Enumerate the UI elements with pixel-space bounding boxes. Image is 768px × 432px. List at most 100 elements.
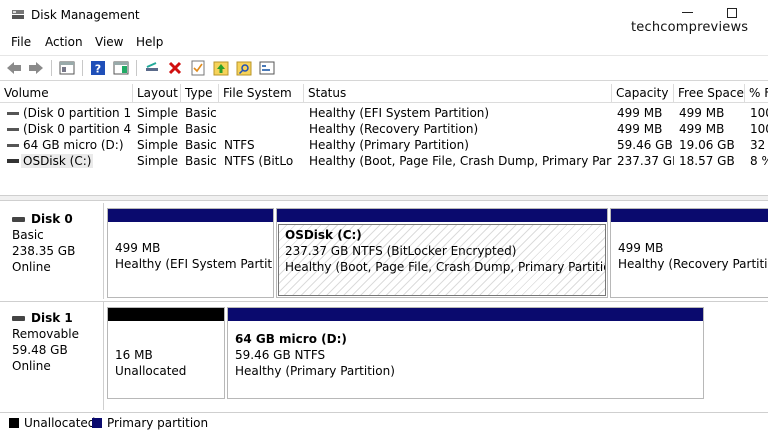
partition-body: OSDisk (C:) 237.37 GB NTFS (BitLocker En… [278,224,606,296]
cell-type: Basic [185,138,217,152]
forward-arrow-icon[interactable] [27,59,45,77]
table-row[interactable]: 64 GB micro (D:) Simple Basic NTFS Healt… [0,137,768,153]
volume-list-table: Volume Layout Type File System Status Ca… [0,84,768,194]
menu-view[interactable]: View [95,35,123,49]
cell-volume: (Disk 0 partition 1) [23,106,131,120]
cell-volume: (Disk 0 partition 4) [23,122,131,136]
partition-color-bar [108,209,273,222]
settings-icon[interactable] [258,59,276,77]
disk-1-label[interactable]: Disk 1 Removable 59.48 GB Online [0,302,104,410]
cell-layout: Simple [137,122,178,136]
table-row[interactable]: (Disk 0 partition 4) Simple Basic Health… [0,121,768,137]
cell-file-system [224,121,304,137]
menu-file[interactable]: File [11,35,31,49]
title-bar: Disk Management techcompreviews [0,0,768,35]
minimize-icon[interactable] [682,6,694,18]
disk-icon [12,216,25,222]
cell-capacity: 59.46 GB [617,138,673,152]
column-header-type[interactable]: Type [181,84,219,103]
disk-1-size: 59.48 GB [12,343,68,357]
cell-volume: OSDisk (C:) [21,153,131,169]
delete-icon[interactable] [166,59,184,77]
disk-1-micro-partition[interactable]: 64 GB micro (D:) 59.46 GB NTFS Healthy (… [227,307,704,399]
cell-file-system: NTFS (BitLo [224,154,294,168]
cell-status: Healthy (Recovery Partition) [309,122,479,136]
cell-status: Healthy (Boot, Page File, Crash Dump, Pr… [309,154,612,168]
partition-size: 237.37 GB NTFS (BitLocker Encrypted) [285,244,517,258]
toolbar-separator [136,60,137,76]
legend-label-primary: Primary partition [107,416,209,430]
window-title: Disk Management [31,8,140,22]
partition-size: 499 MB [618,241,664,255]
partition-title: 64 GB micro (D:) [235,332,347,346]
cell-type: Basic [185,106,217,120]
cell-capacity: 499 MB [617,106,663,120]
pane-splitter[interactable] [0,195,768,201]
legend-bar: Unallocated Primary partition [0,412,768,432]
menu-action[interactable]: Action [45,35,83,49]
disk-1-name: Disk 1 [31,311,73,325]
cell-layout: Simple [137,154,178,168]
disk-0-efi-partition[interactable]: 499 MB Healthy (EFI System Partition) [107,208,274,298]
partition-size: 16 MB [115,348,153,362]
partition-status: Healthy (Primary Partition) [235,364,395,378]
column-header-volume[interactable]: Volume [0,84,133,103]
table-header: Volume Layout Type File System Status Ca… [0,84,768,103]
partition-status: Healthy (Recovery Partition) [618,257,767,271]
maximize-icon[interactable] [727,8,737,18]
partition-body: 499 MB Healthy (Recovery Partition) [612,224,767,296]
cell-volume: 64 GB micro (D:) [23,138,124,152]
cell-free-space: 18.57 GB [679,154,735,168]
disk-0-state: Online [12,260,51,274]
cell-percent-free: 100 [750,106,768,120]
disk-icon [12,315,25,321]
selected-volume-label: OSDisk (C:) [21,154,94,168]
cell-free-space: 499 MB [679,106,725,120]
cell-status: Healthy (EFI System Partition) [309,106,490,120]
cell-capacity: 499 MB [617,122,663,136]
volume-icon [7,112,19,115]
upload-icon[interactable] [212,59,230,77]
legend-swatch-unallocated [9,418,19,428]
column-header-status[interactable]: Status [304,84,612,103]
disk-0-label[interactable]: Disk 0 Basic 238.35 GB Online [0,203,104,299]
disk-0-recovery-partition[interactable]: 499 MB Healthy (Recovery Partition) [610,208,768,298]
help-icon[interactable]: ? [89,59,107,77]
partition-body: 16 MB Unallocated [109,323,223,397]
properties-icon[interactable] [189,59,207,77]
column-header-capacity[interactable]: Capacity [612,84,674,103]
column-header-free-space[interactable]: Free Space [674,84,745,103]
volume-icon [7,159,19,163]
cell-status: Healthy (Primary Partition) [309,138,469,152]
table-row[interactable]: (Disk 0 partition 1) Simple Basic Health… [0,105,768,121]
rescan-icon[interactable] [235,59,253,77]
svg-text:?: ? [95,63,101,76]
disk-1-unallocated-space[interactable]: 16 MB Unallocated [107,307,225,399]
back-arrow-icon[interactable] [5,59,23,77]
cell-file-system [224,105,304,121]
partition-title: OSDisk (C:) [285,228,362,242]
partition-color-bar [611,209,768,222]
column-header-percent-free[interactable]: % F [745,84,768,103]
menu-help[interactable]: Help [136,35,163,49]
disk-0-osdisk-partition[interactable]: OSDisk (C:) 237.37 GB NTFS (BitLocker En… [276,208,608,298]
connect-icon[interactable] [143,59,161,77]
console-tree-icon[interactable] [58,59,76,77]
menu-bar: File Action View Help [0,32,768,54]
action-pane-icon[interactable] [112,59,130,77]
toolbar-separator [51,60,52,76]
partition-size: 59.46 GB NTFS [235,348,326,362]
cell-type: Basic [185,154,217,168]
table-row[interactable]: OSDisk (C:) Simple Basic NTFS (BitLo Hea… [0,153,768,169]
toolbar-separator [82,60,83,76]
disk-1-state: Online [12,359,51,373]
disk-management-app-icon [12,10,24,19]
column-header-file-system[interactable]: File System [219,84,304,103]
partition-color-bar [108,308,224,321]
column-header-layout[interactable]: Layout [133,84,181,103]
disk-0-pane: Disk 0 Basic 238.35 GB Online 499 MB Hea… [0,203,768,299]
cell-percent-free: 32 % [750,138,768,152]
toolbar: ? [0,55,768,81]
partition-status: Healthy (Boot, Page File, Crash Dump, Pr… [285,260,605,274]
cell-free-space: 499 MB [679,122,725,136]
